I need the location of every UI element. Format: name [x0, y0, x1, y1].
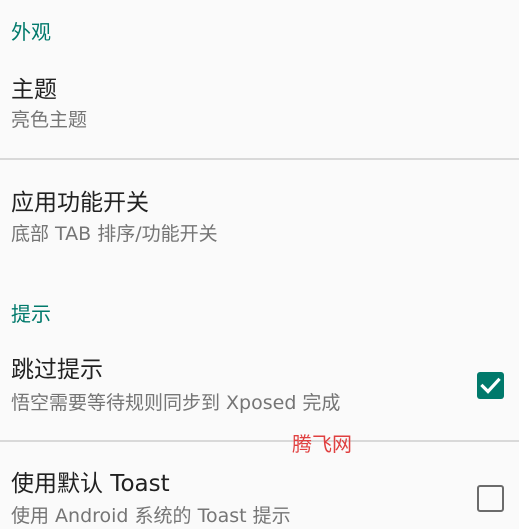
pref-skip-tips[interactable]: 跳过提示 悟空需要等待规则同步到 Xposed 完成 [0, 345, 519, 440]
skip-tips-checkbox[interactable] [477, 372, 504, 399]
watermark: 腾飞网 [292, 432, 352, 456]
pref-theme[interactable]: 主题 亮色主题 [0, 70, 519, 158]
pref-skip-tips-title: 跳过提示 [11, 357, 103, 383]
pref-theme-summary: 亮色主题 [11, 109, 88, 131]
pref-skip-tips-summary: 悟空需要等待规则同步到 Xposed 完成 [11, 392, 341, 414]
pref-default-toast-title: 使用默认 Toast [11, 471, 170, 497]
pref-app-feature-switch-title: 应用功能开关 [11, 190, 149, 216]
check-icon [480, 377, 501, 394]
pref-theme-title: 主题 [11, 77, 57, 103]
pref-app-feature-switch-summary: 底部 TAB 排序/功能开关 [11, 223, 218, 245]
pref-default-toast-summary: 使用 Android 系统的 Toast 提示 [11, 505, 291, 527]
divider [0, 440, 519, 442]
pref-default-toast[interactable]: 使用默认 Toast 使用 Android 系统的 Toast 提示 [0, 460, 519, 529]
section-header-tips: 提示 [11, 302, 51, 326]
default-toast-checkbox[interactable] [477, 485, 504, 512]
divider [0, 158, 519, 160]
pref-app-feature-switch[interactable]: 应用功能开关 底部 TAB 排序/功能开关 [0, 180, 519, 270]
section-header-appearance: 外观 [11, 20, 51, 44]
